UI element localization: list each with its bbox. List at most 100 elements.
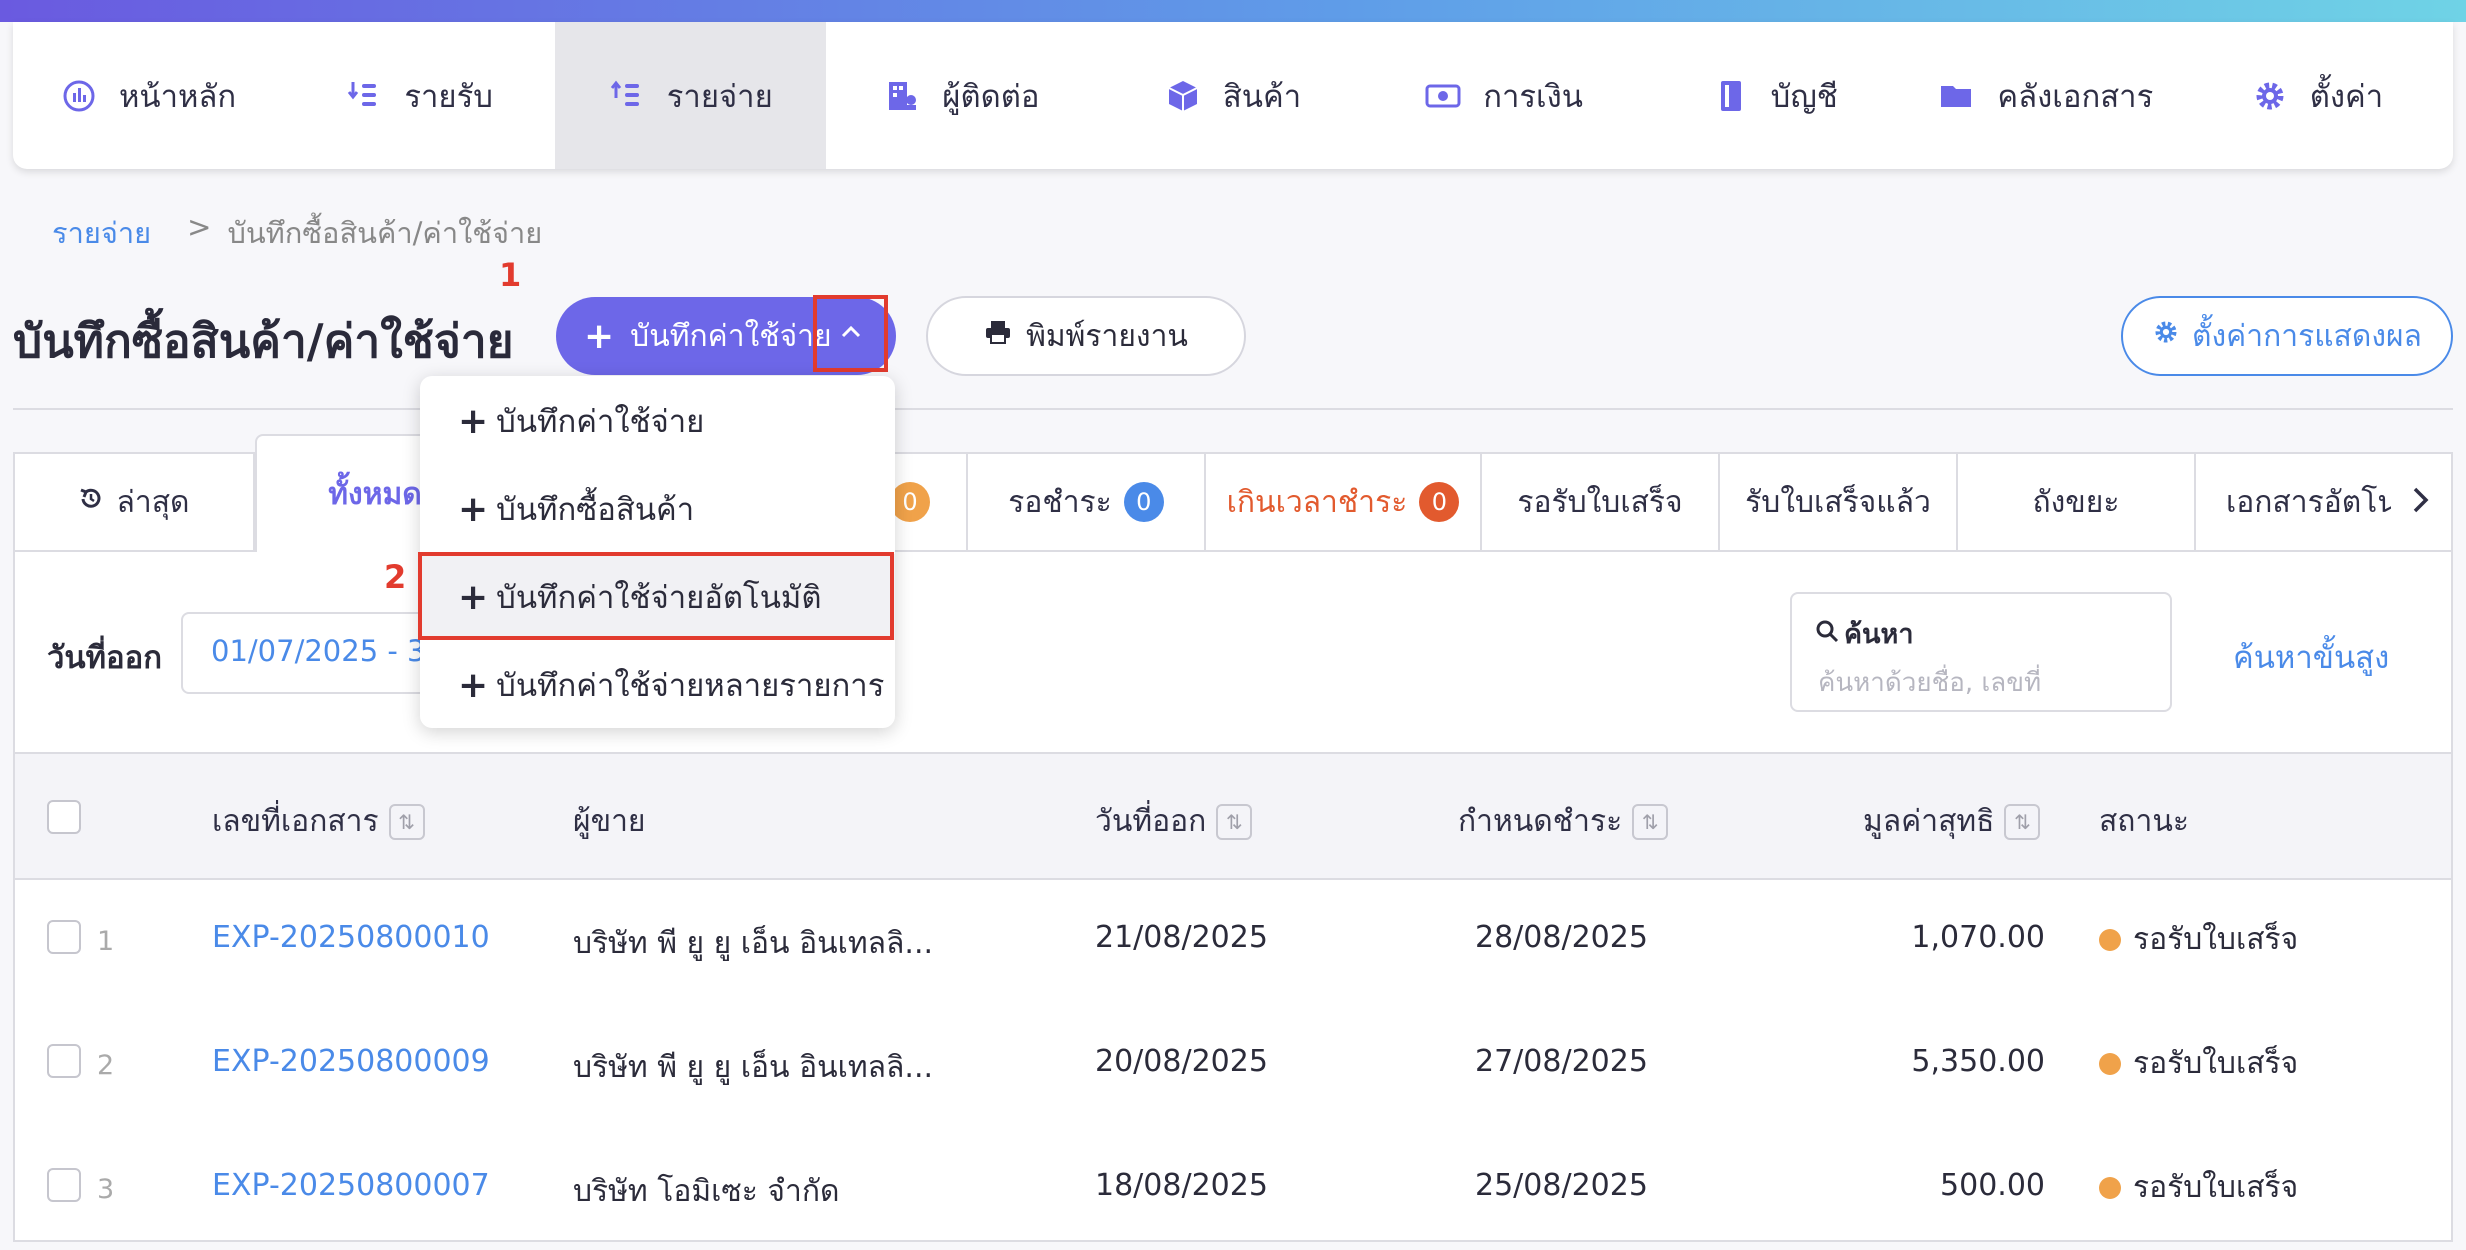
- table-row[interactable]: 3 EXP-20250800007 บริษัท โอมิเซะ จำกัด 1…: [15, 1126, 2451, 1250]
- sort-icon[interactable]: ⇅: [388, 803, 425, 840]
- page-title: บันทึกซื้อสินค้า/ค่าใช้จ่าย: [13, 314, 514, 368]
- nav-item-contacts[interactable]: ผู้ติดต่อ: [826, 22, 1097, 169]
- net-value: 5,350.00: [1911, 1044, 2045, 1079]
- nav-label: สินค้า: [1222, 78, 1302, 115]
- net-value: 500.00: [1940, 1168, 2045, 1203]
- column-status: สถานะ: [2099, 798, 2189, 845]
- column-due-date[interactable]: กำหนดชำระ ⇅: [1458, 798, 1669, 845]
- tab-awaiting-payment[interactable]: รอชำระ 0: [968, 454, 1206, 550]
- breadcrumb: รายจ่าย > บันทึกซื้อสินค้า/ค่าใช้จ่าย: [52, 210, 542, 256]
- tab-overdue[interactable]: เกินเวลาชำระ 0: [1206, 454, 1482, 550]
- table-row[interactable]: 1 EXP-20250800010 บริษัท พี ยู ยู เอ็น อ…: [15, 878, 2451, 1002]
- menu-item-record-expense[interactable]: + บันทึกค่าใช้จ่าย: [420, 378, 895, 464]
- nav-item-expense[interactable]: รายจ่าย: [555, 22, 827, 169]
- nav-label: รายจ่าย: [666, 78, 773, 115]
- printer-icon: [984, 318, 1012, 354]
- status-badge: รอรับใบเสร็จ: [2099, 1164, 2298, 1211]
- nav-item-documents[interactable]: คลังเอกสาร: [1911, 22, 2182, 169]
- display-settings-button[interactable]: ตั้งค่าการแสดงผล: [2121, 296, 2453, 376]
- issue-date: 18/08/2025: [1095, 1168, 1268, 1203]
- menu-item-record-purchase[interactable]: + บันทึกซื้อสินค้า: [420, 466, 895, 552]
- issue-date: 21/08/2025: [1095, 920, 1268, 955]
- nav-item-products[interactable]: สินค้า: [1097, 22, 1368, 169]
- status-label: รอรับใบเสร็จ: [2133, 922, 2299, 957]
- dropdown-toggle-button[interactable]: [813, 295, 888, 372]
- doc-no-link[interactable]: EXP-20250800010: [212, 920, 490, 955]
- display-settings-label: ตั้งค่าการแสดงผล: [2192, 318, 2422, 354]
- status-dot: [2099, 1176, 2121, 1199]
- tab-trash[interactable]: ถังขยะ: [1958, 454, 2196, 550]
- chevron-up-icon: [839, 324, 863, 344]
- ledger-icon: [1713, 78, 1749, 114]
- plus-icon: +: [458, 400, 489, 442]
- row-number: 3: [97, 1174, 115, 1205]
- advanced-search-link[interactable]: ค้นหาขั้นสูง: [2233, 632, 2389, 682]
- plus-icon: +: [584, 315, 615, 357]
- print-report-button[interactable]: พิมพ์รายงาน: [926, 296, 1246, 376]
- nav-label: การเงิน: [1483, 78, 1583, 115]
- status-label: รอรับใบเสร็จ: [2133, 1170, 2299, 1205]
- tab-badge: 0: [1123, 482, 1164, 522]
- tab-badge: 0: [890, 482, 930, 522]
- column-net-value[interactable]: มูลค่าสุทธิ ⇅: [1863, 798, 2041, 845]
- status-badge: รอรับใบเสร็จ: [2099, 916, 2298, 963]
- issue-date: 20/08/2025: [1095, 1044, 1268, 1079]
- column-doc-no[interactable]: เลขที่เอกสาร ⇅: [212, 798, 425, 845]
- nav-label: หน้าหลัก: [118, 78, 237, 115]
- tab-awaiting-receipt[interactable]: รอรับใบเสร็จ: [1482, 454, 1720, 550]
- doc-no-link[interactable]: EXP-20250800007: [212, 1168, 490, 1203]
- add-expense-label: บันทึกค่าใช้จ่าย: [630, 318, 832, 354]
- gear-icon: [2252, 78, 2288, 114]
- tabs-scroll-right-button[interactable]: [2391, 454, 2451, 550]
- sort-icon[interactable]: ⇅: [1632, 803, 1669, 840]
- expense-table: เลขที่เอกสาร ⇅ ผู้ขาย วันที่ออก ⇅ กำหนดชำร…: [13, 752, 2453, 1242]
- top-gradient-bar: [0, 0, 2466, 22]
- vendor-name: บริษัท โอมิเซะ จำกัด: [573, 1174, 840, 1209]
- contacts-icon: [884, 78, 920, 114]
- nav-label: ผู้ติดต่อ: [942, 78, 1040, 115]
- nav-item-accounting[interactable]: บัญชี: [1640, 22, 1911, 169]
- nav-label: บัญชี: [1770, 78, 1838, 115]
- box-icon: [1165, 78, 1201, 114]
- nav-item-finance[interactable]: การเงิน: [1369, 22, 1640, 169]
- search-placeholder: ค้นหาด้วยชื่อ, เลขที่: [1818, 668, 2042, 698]
- doc-no-link[interactable]: EXP-20250800009: [212, 1044, 490, 1079]
- nav-item-income[interactable]: รายรับ: [284, 22, 555, 169]
- status-label: รอรับใบเสร็จ: [2133, 1046, 2299, 1081]
- search-icon: [1814, 618, 1842, 646]
- sort-icon[interactable]: ⇅: [1216, 803, 1253, 840]
- row-checkbox[interactable]: [47, 920, 81, 954]
- row-number: 1: [97, 926, 115, 957]
- chart-icon: [61, 78, 97, 114]
- tab-receipt-received[interactable]: รับใบเสร็จแล้ว: [1720, 454, 1958, 550]
- history-icon: [78, 485, 104, 520]
- column-label: วันที่ออก: [1095, 804, 1207, 839]
- search-input[interactable]: ค้นหา ค้นหาด้วยชื่อ, เลขที่: [1790, 592, 2172, 712]
- tab-label: รอรับใบเสร็จ: [1517, 484, 1683, 520]
- nav-item-home[interactable]: หน้าหลัก: [13, 22, 284, 169]
- due-date: 28/08/2025: [1475, 920, 1648, 955]
- row-checkbox[interactable]: [47, 1168, 81, 1202]
- nav-item-settings[interactable]: ตั้งค่า: [2182, 22, 2453, 169]
- menu-item-label: บันทึกค่าใช้จ่าย: [496, 404, 705, 440]
- row-checkbox[interactable]: [47, 1044, 81, 1078]
- menu-item-label: บันทึกซื้อสินค้า: [496, 492, 695, 528]
- tab-recent[interactable]: ล่าสุด: [15, 454, 255, 550]
- tab-label: รับใบเสร็จแล้ว: [1745, 484, 1931, 520]
- due-date: 25/08/2025: [1475, 1168, 1648, 1203]
- tab-auto-documents[interactable]: เอกสารอัตโน: [2196, 454, 2396, 550]
- select-all-checkbox[interactable]: [47, 800, 81, 834]
- column-issue-date[interactable]: วันที่ออก ⇅: [1095, 798, 1253, 845]
- table-header: เลขที่เอกสาร ⇅ ผู้ขาย วันที่ออก ⇅ กำหนดชำร…: [15, 754, 2451, 880]
- tab-label: ถังขยะ: [2032, 484, 2120, 520]
- breadcrumb-current: บันทึกซื้อสินค้า/ค่าใช้จ่าย: [227, 216, 543, 250]
- tab-label: รอชำระ: [1008, 484, 1112, 520]
- income-list-icon: [346, 78, 382, 114]
- net-value: 1,070.00: [1911, 920, 2045, 955]
- breadcrumb-root-link[interactable]: รายจ่าย: [52, 210, 151, 256]
- menu-item-record-multiple-expenses[interactable]: + บันทึกค่าใช้จ่ายหลายรายการ: [420, 642, 895, 728]
- status-dot: [2099, 1052, 2121, 1075]
- sort-icon[interactable]: ⇅: [2004, 803, 2041, 840]
- table-row[interactable]: 2 EXP-20250800009 บริษัท พี ยู ยู เอ็น อ…: [15, 1002, 2451, 1126]
- nav-label: ตั้งค่า: [2309, 78, 2384, 115]
